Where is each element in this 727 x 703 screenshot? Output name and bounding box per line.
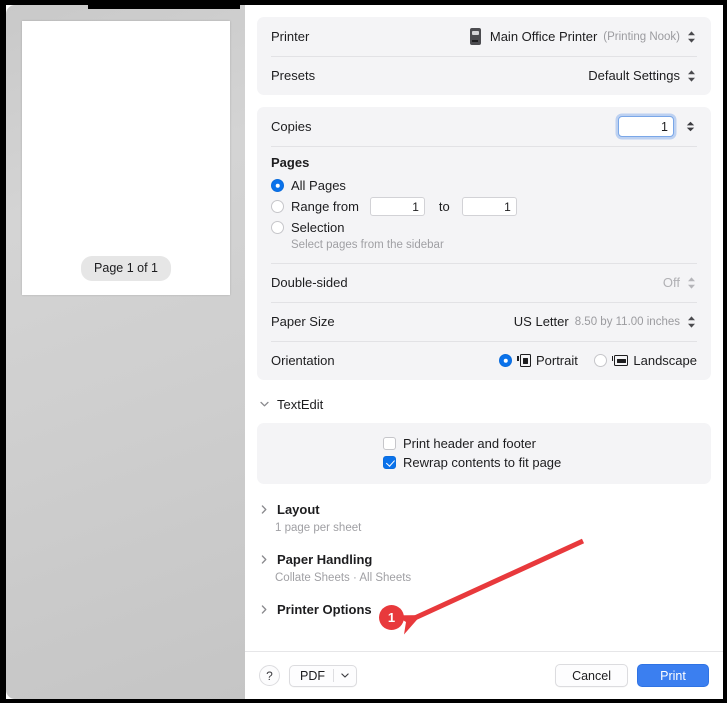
printer-value: Main Office Printer [489, 29, 598, 44]
window-frame-notch [88, 0, 240, 9]
preview-page-thumbnail[interactable]: Page 1 of 1 [22, 21, 230, 295]
paper-size-value: US Letter [513, 314, 569, 329]
dialog-footer: ? PDF Cancel Print [245, 651, 723, 699]
print-button[interactable]: Print [637, 664, 709, 687]
copies-stepper[interactable] [683, 116, 697, 138]
chevron-right-icon[interactable] [259, 604, 269, 614]
radio-selection[interactable]: Selection [271, 217, 697, 238]
orientation-landscape-option[interactable]: Landscape [593, 353, 697, 368]
printer-icon [469, 28, 481, 45]
radio-range-from[interactable]: Range from 1 to 1 [271, 196, 697, 217]
cancel-button[interactable]: Cancel [555, 664, 628, 687]
help-button[interactable]: ? [259, 665, 280, 686]
paper-handling-section: Paper Handling Collate Sheets · All Shee… [257, 547, 711, 584]
chevron-down-icon[interactable] [259, 401, 269, 407]
checkbox-print-header-footer[interactable]: Print header and footer [383, 436, 536, 451]
printer-location: (Printing Nook) [603, 30, 680, 43]
radio-selection-label: Selection [291, 220, 345, 235]
orientation-portrait-radio[interactable] [499, 354, 513, 367]
textedit-section: TextEdit Print header and footer Rewrap … [257, 392, 711, 484]
window-frame-bottom [0, 699, 727, 703]
paper-handling-summary: Collate Sheets · All Sheets [275, 572, 412, 584]
presets-value: Default Settings [588, 68, 680, 83]
copies-label: Copies [271, 119, 312, 134]
printer-label: Printer [271, 29, 310, 44]
textedit-title: TextEdit [277, 396, 324, 412]
pages-block: Pages All Pages Range from 1 to 1 Select… [257, 146, 711, 263]
settings-scroll-area[interactable]: Printer Main Office Printer (Printing No… [245, 5, 723, 651]
orientation-label: Orientation [271, 353, 335, 368]
chevron-updown-icon[interactable] [686, 69, 697, 82]
checkbox-rewrap-contents-box[interactable] [383, 456, 396, 469]
landscape-page-icon [611, 355, 629, 366]
portrait-page-icon [517, 354, 531, 367]
chevron-updown-icon[interactable] [686, 276, 697, 289]
orientation-landscape-radio[interactable] [593, 354, 607, 367]
checkbox-rewrap-contents[interactable]: Rewrap contents to fit page [383, 455, 561, 470]
printer-presets-card: Printer Main Office Printer (Printing No… [257, 17, 711, 95]
window-frame-left [0, 0, 6, 703]
chevron-right-icon[interactable] [259, 554, 269, 564]
copies-input[interactable]: 1 [618, 116, 674, 137]
paper-size-dimensions: 8.50 by 11.00 inches [574, 315, 680, 328]
checkbox-rewrap-contents-label: Rewrap contents to fit page [403, 455, 562, 470]
layout-section: Layout 1 page per sheet [257, 497, 711, 534]
double-sided-row[interactable]: Double-sided Off [257, 263, 711, 302]
checkbox-print-header-footer-label: Print header and footer [403, 436, 536, 451]
pages-title: Pages [271, 155, 310, 170]
print-options-card: Copies 1 Pages All Pages Range from 1 to… [257, 107, 711, 380]
double-sided-label: Double-sided [271, 275, 348, 290]
printer-row[interactable]: Printer Main Office Printer (Printing No… [257, 17, 711, 56]
checkbox-print-header-footer-box[interactable] [383, 437, 396, 450]
range-from-input[interactable]: 1 [369, 197, 425, 216]
orientation-row[interactable]: Orientation Portrait Landscape [257, 341, 711, 380]
paper-handling-disclosure-header[interactable]: Paper Handling [257, 547, 711, 571]
radio-all-pages[interactable]: All Pages [271, 175, 697, 196]
printer-options-title: Printer Options [277, 601, 372, 617]
radio-all-pages-label: All Pages [291, 178, 346, 193]
radio-range-label: Range from [291, 199, 359, 214]
page-indicator: Page 1 of 1 [81, 256, 171, 281]
orientation-landscape-label: Landscape [633, 353, 697, 368]
printer-options-disclosure-header[interactable]: Printer Options [257, 597, 711, 621]
print-dialog: Page 1 of 1 Printer Main Office Printer … [0, 0, 727, 703]
window-frame-right [723, 0, 727, 703]
paper-size-label: Paper Size [271, 314, 335, 329]
orientation-portrait-label: Portrait [535, 353, 578, 368]
print-preview-pane: Page 1 of 1 [6, 5, 245, 699]
chevron-updown-icon[interactable] [686, 30, 697, 43]
layout-title: Layout [277, 501, 320, 517]
layout-summary: 1 page per sheet [275, 522, 362, 534]
presets-row[interactable]: Presets Default Settings [257, 56, 711, 95]
textedit-options-card: Print header and footer Rewrap contents … [257, 423, 711, 484]
radio-selection-button[interactable] [271, 221, 284, 234]
chevron-updown-icon[interactable] [686, 315, 697, 328]
printer-options-section: Printer Options [257, 597, 711, 621]
double-sided-value: Off [662, 275, 680, 290]
paper-size-row[interactable]: Paper Size US Letter 8.50 by 11.00 inche… [257, 302, 711, 341]
print-settings-pane: Printer Main Office Printer (Printing No… [245, 5, 723, 699]
radio-range-button[interactable] [271, 200, 284, 213]
pdf-button-label: PDF [300, 668, 325, 683]
orientation-portrait-option[interactable]: Portrait [499, 353, 578, 368]
presets-label: Presets [271, 68, 316, 83]
selection-hint: Select pages from the sidebar [291, 239, 444, 251]
range-to-label: to [438, 199, 450, 214]
radio-all-pages-button[interactable] [271, 179, 284, 192]
chevron-down-icon[interactable] [334, 673, 356, 678]
copies-row[interactable]: Copies 1 [257, 107, 711, 146]
range-to-input[interactable]: 1 [461, 197, 517, 216]
chevron-right-icon[interactable] [259, 504, 269, 514]
pdf-dropdown-button[interactable]: PDF [289, 664, 357, 687]
textedit-disclosure-header[interactable]: TextEdit [257, 392, 711, 416]
layout-disclosure-header[interactable]: Layout [257, 497, 711, 521]
paper-handling-title: Paper Handling [277, 551, 373, 567]
